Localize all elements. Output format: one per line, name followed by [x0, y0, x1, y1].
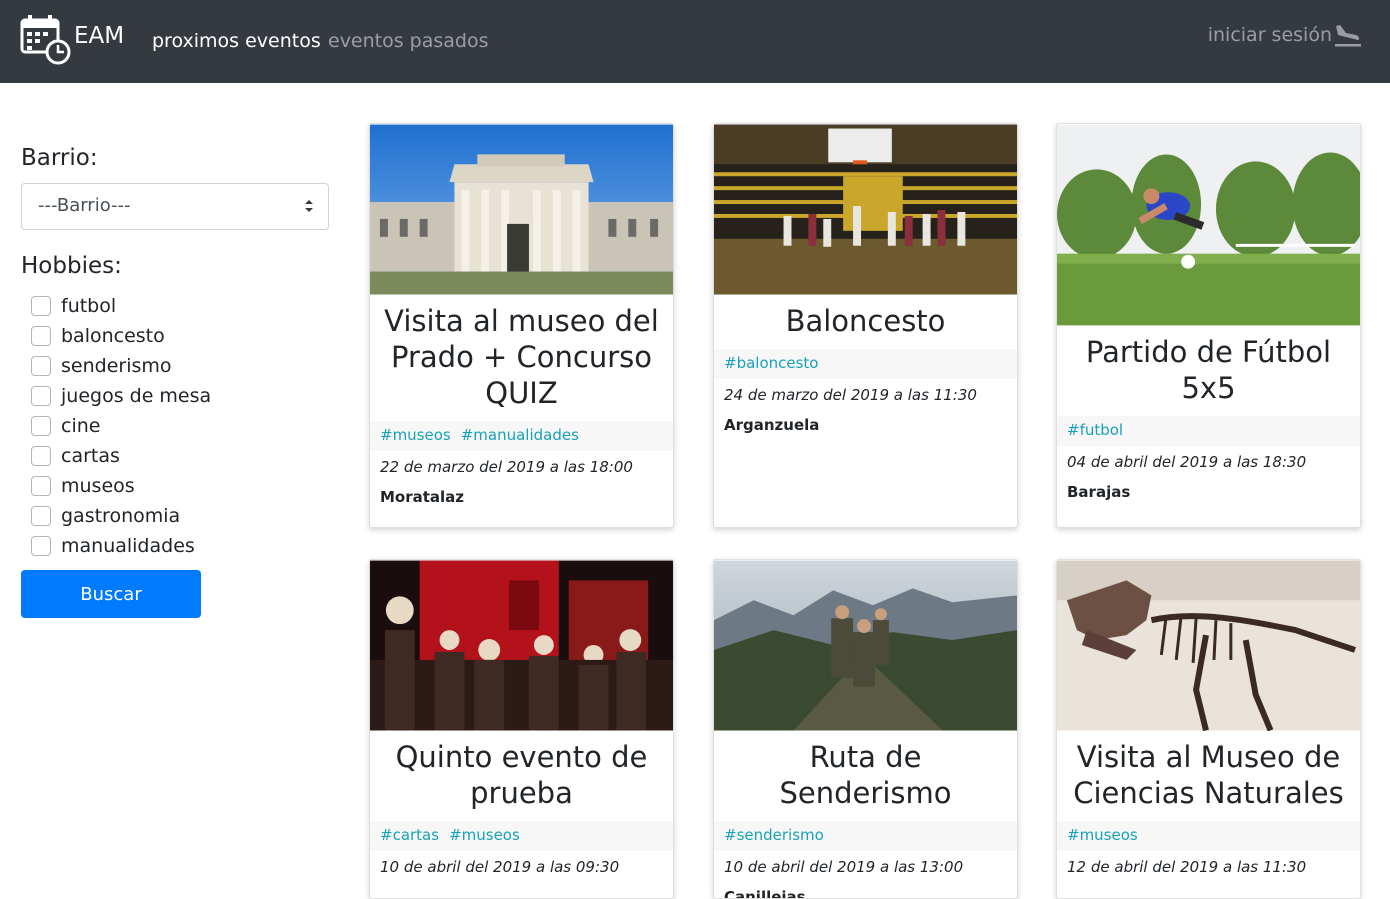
nav-link-proximos-eventos[interactable]: proximos eventos: [152, 30, 321, 52]
calendar-clock-icon: [20, 15, 71, 65]
event-title: Quinto evento de prueba: [395, 740, 648, 810]
event-tag[interactable]: #museos: [449, 826, 520, 844]
event-tag[interactable]: #futbol: [1067, 421, 1123, 439]
event-tag[interactable]: #senderismo: [724, 826, 824, 844]
event-tag[interactable]: #cartas: [380, 826, 439, 844]
hobby-label: manualidades: [61, 535, 195, 557]
event-tags: #museos: [1057, 821, 1360, 851]
event-title: Ruta de Senderismo: [779, 740, 952, 810]
nav-link-eventos-pasados[interactable]: eventos pasados: [328, 30, 489, 52]
event-tag[interactable]: #museos: [380, 426, 451, 444]
event-place: Moratalaz: [380, 488, 465, 506]
hobby-checkbox[interactable]: [31, 446, 51, 466]
event-date: 24 de marzo del 2019 a las 11:30: [724, 386, 977, 404]
event-card[interactable]: Partido de Fútbol 5x5 #futbol 04 de abri…: [1056, 123, 1361, 528]
event-card[interactable]: Quinto evento de prueba #cartas #museos 1…: [369, 559, 674, 899]
hobby-item[interactable]: cine: [31, 411, 211, 441]
event-tags: #futbol: [1057, 416, 1360, 446]
hobby-checkbox[interactable]: [31, 356, 51, 376]
event-date: 12 de abril del 2019 a las 11:30: [1067, 858, 1307, 876]
hobby-item[interactable]: futbol: [31, 291, 211, 321]
hobby-item[interactable]: cartas: [31, 441, 211, 471]
hobbies-label: Hobbies:: [21, 253, 122, 279]
event-image-basketball[interactable]: [714, 124, 1017, 295]
hobby-label: cine: [61, 415, 101, 437]
event-image-hiking[interactable]: [714, 560, 1017, 731]
event-tags: #cartas #museos: [370, 821, 673, 851]
hobby-item[interactable]: baloncesto: [31, 321, 211, 351]
event-title: Baloncesto: [785, 304, 946, 338]
barrio-select-value: ---Barrio---: [38, 195, 131, 216]
hobby-item[interactable]: museos: [31, 471, 211, 501]
event-image-dinosaur[interactable]: [1057, 560, 1360, 731]
event-place: Arganzuela: [724, 416, 820, 434]
hobby-checkbox[interactable]: [31, 476, 51, 496]
hobby-checkbox[interactable]: [31, 536, 51, 556]
hobby-label: museos: [61, 475, 135, 497]
event-card[interactable]: Baloncesto #baloncesto 24 de marzo del 2…: [713, 123, 1018, 528]
hobby-item[interactable]: gastronomia: [31, 501, 211, 531]
barrio-label: Barrio:: [21, 145, 98, 171]
navbar: EAM proximos eventos eventos pasados ini…: [0, 0, 1390, 83]
event-date: 10 de abril del 2019 a las 09:30: [380, 858, 620, 876]
hobby-item[interactable]: manualidades: [31, 531, 211, 561]
event-tags: #senderismo: [714, 821, 1017, 851]
event-tags: #museos #manualidades: [370, 421, 673, 451]
hobby-label: senderismo: [61, 355, 172, 377]
login-link[interactable]: iniciar sesión: [1208, 22, 1362, 48]
barrio-select[interactable]: ---Barrio---: [21, 183, 329, 230]
event-tag[interactable]: #baloncesto: [724, 354, 818, 372]
event-title: Partido de Fútbol 5x5: [1085, 335, 1332, 405]
brand-name: EAM: [74, 23, 125, 49]
login-label: iniciar sesión: [1207, 24, 1332, 46]
plane-landing-icon: [1335, 25, 1361, 47]
event-tags: #baloncesto: [714, 349, 1017, 379]
hobby-checkbox[interactable]: [31, 416, 51, 436]
event-card[interactable]: Visita al museo del Prado + Concurso QUI…: [369, 123, 674, 528]
event-place: Barajas: [1067, 483, 1131, 501]
hobby-label: gastronomia: [61, 505, 181, 527]
event-place: Canillejas: [724, 888, 806, 899]
hobby-checkbox[interactable]: [31, 506, 51, 526]
hobby-checkbox[interactable]: [31, 296, 51, 316]
event-image-football[interactable]: [1057, 124, 1360, 326]
hobby-checkbox[interactable]: [31, 386, 51, 406]
hobby-label: baloncesto: [61, 325, 165, 347]
event-card[interactable]: Ruta de Senderismo #senderismo 10 de abr…: [713, 559, 1018, 899]
hobby-label: cartas: [61, 445, 120, 467]
hobby-label: juegos de mesa: [61, 385, 212, 407]
event-tag[interactable]: #manualidades: [461, 426, 579, 444]
hobby-item[interactable]: senderismo: [31, 351, 211, 381]
brand[interactable]: EAM: [20, 14, 124, 66]
hobby-item[interactable]: juegos de mesa: [31, 381, 211, 411]
event-title: Visita al Museo de Ciencias Naturales: [1073, 740, 1344, 810]
hobby-checkbox[interactable]: [31, 326, 51, 346]
event-date: 22 de marzo del 2019 a las 18:00: [380, 458, 633, 476]
event-title: Visita al museo del Prado + Concurso QUI…: [384, 304, 659, 410]
event-image-prado-museum[interactable]: [370, 124, 673, 295]
event-date: 04 de abril del 2019 a las 18:30: [1067, 453, 1307, 471]
hobby-list: futbol baloncesto senderismo juegos de m…: [31, 291, 211, 561]
event-image-party[interactable]: [370, 560, 673, 731]
event-card[interactable]: Visita al Museo de Ciencias Naturales #m…: [1056, 559, 1361, 899]
select-caret-icon: [305, 200, 313, 212]
event-tag[interactable]: #museos: [1067, 826, 1138, 844]
hobby-label: futbol: [61, 295, 117, 317]
event-date: 10 de abril del 2019 a las 13:00: [724, 858, 964, 876]
search-button[interactable]: Buscar: [21, 570, 201, 618]
